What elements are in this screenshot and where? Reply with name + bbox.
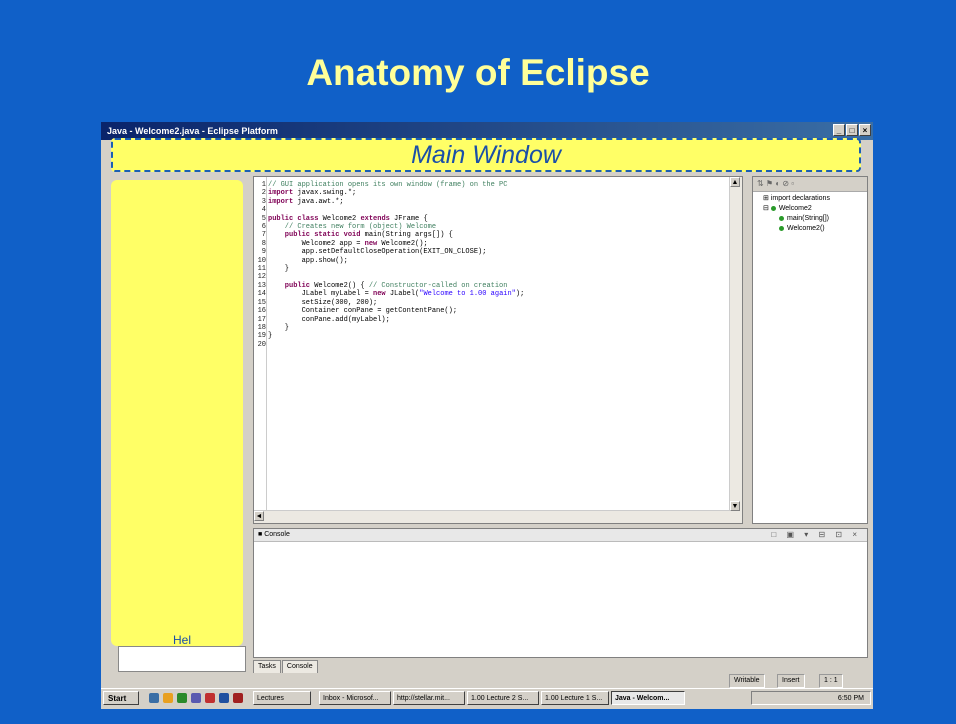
bottom-tabs: Tasks Console [253, 660, 553, 673]
start-button[interactable]: Start [103, 691, 139, 705]
console-toolbar[interactable]: □ ▣ ▾ ⊟ ⊡ × [771, 529, 861, 541]
tray-clock: 6:50 PM [837, 695, 864, 702]
code-line[interactable]: 20 [256, 341, 524, 349]
main-window-callout: Main Window [111, 138, 861, 172]
slide-title: Anatomy of Eclipse [306, 52, 650, 93]
line-number: 1 [261, 181, 266, 189]
code-line[interactable]: 11 } [256, 265, 524, 273]
quicklaunch-browser-icon[interactable] [163, 693, 173, 703]
code-line[interactable]: 16 Container conPane = getContentPane(); [256, 307, 524, 315]
taskbar-item-lecture1[interactable]: 1.00 Lecture 1 S... [541, 691, 609, 705]
line-number: 4 [261, 206, 266, 215]
quicklaunch-media-icon[interactable] [205, 693, 215, 703]
line-number: 10 [257, 256, 266, 265]
method-icon [779, 225, 784, 231]
line-number: 11 [257, 265, 266, 274]
code-editor[interactable]: 1// GUI application opens its own window… [253, 176, 743, 524]
taskbar-item-lectures[interactable]: Lectures [253, 691, 311, 705]
class-icon [770, 205, 776, 211]
quicklaunch-word-icon[interactable] [219, 693, 229, 703]
code-line[interactable]: 9 app.setDefaultCloseOperation(EXIT_ON_C… [256, 248, 524, 256]
code-line[interactable]: 12 [256, 273, 524, 281]
code-line[interactable]: 8 Welcome2 app = new Welcome2(); [256, 240, 524, 248]
taskbar-item-eclipse[interactable]: Java - Welcom... [611, 691, 685, 705]
callout-partial-text: Hel [173, 633, 192, 647]
taskbar: Start Lectures Inbox - Microsof... http:… [101, 688, 873, 709]
code-line[interactable]: 14 JLabel myLabel = new JLabel("Welcome … [256, 290, 525, 299]
taskbar-item-inbox[interactable]: Inbox - Microsof... [319, 691, 391, 705]
line-number: 6 [261, 223, 266, 232]
tab-console[interactable]: Console [281, 660, 318, 673]
window-title: Java - Welcome2.java - Eclipse Platform [107, 126, 278, 136]
line-number: 7 [261, 231, 266, 240]
quicklaunch-ppt-icon[interactable] [233, 693, 243, 703]
code-line[interactable]: 3 import java.awt.*; [256, 198, 524, 206]
line-number: 13 [257, 281, 266, 290]
line-number: 2 [261, 189, 266, 198]
code-line[interactable]: 19} [256, 332, 524, 340]
line-number: 18 [257, 323, 266, 332]
status-insert: Insert [777, 674, 805, 688]
line-number: 14 [257, 290, 266, 299]
taskbar-item-stellar[interactable]: http://stellar.mit... [393, 691, 465, 705]
console-icon: ■ [258, 531, 263, 538]
console-header: ■ Console □ ▣ ▾ ⊟ ⊡ × [254, 529, 867, 542]
code-line[interactable]: 6 // Creates new form (object) Welcome [256, 223, 524, 231]
line-number: 12 [257, 273, 266, 282]
outline-item-imports[interactable]: ⊞ import declarations [757, 194, 863, 204]
outline-item-constructor[interactable]: Welcome2() [757, 224, 863, 234]
outline-item-class[interactable]: ⊟ Welcome2 [757, 204, 863, 214]
quicklaunch-desktop-icon[interactable] [149, 693, 159, 703]
status-position: 1 : 1 [819, 674, 843, 688]
code-line[interactable]: 10 app.show(); [256, 257, 524, 265]
minimize-button[interactable]: _ [833, 124, 845, 136]
code-line[interactable]: 7 public static void main(String args[])… [256, 231, 524, 239]
outline-pane[interactable]: ⇅ ⚑ ◐ ⊘ ▫ ⊞ import declarations ⊟ Welcom… [752, 176, 868, 524]
console-pane[interactable]: ■ Console □ ▣ ▾ ⊟ ⊡ × [253, 528, 868, 658]
scroll-down-icon[interactable]: ▼ [730, 501, 740, 511]
line-number: 17 [257, 315, 266, 324]
code-text[interactable]: 1// GUI application opens its own window… [256, 181, 525, 349]
status-writable: Writable [729, 674, 765, 688]
taskbar-item-lecture2[interactable]: 1.00 Lecture 2 S... [467, 691, 539, 705]
line-number: 5 [261, 214, 266, 223]
code-line[interactable]: 2 import javax.swing.*; [256, 189, 524, 197]
code-line[interactable]: 1// GUI application opens its own window… [256, 181, 524, 189]
tab-tasks[interactable]: Tasks [253, 660, 281, 673]
package-explorer-pane[interactable] [118, 646, 246, 672]
line-number: 8 [261, 239, 266, 248]
line-number: 16 [257, 307, 266, 316]
line-number: 15 [257, 298, 266, 307]
line-number: 20 [257, 340, 266, 349]
line-number: 9 [261, 248, 266, 257]
scroll-up-icon[interactable]: ▲ [730, 177, 740, 187]
outline-toolbar[interactable]: ⇅ ⚑ ◐ ⊘ ▫ [753, 177, 867, 192]
code-line[interactable]: 18 } [256, 324, 524, 332]
package-explorer-callout [111, 180, 243, 646]
quicklaunch-mail-icon[interactable] [191, 693, 201, 703]
code-line[interactable]: 17 conPane.add(myLabel); [256, 316, 524, 324]
code-line[interactable]: 5 public class Welcome2 extends JFrame { [256, 215, 524, 223]
console-title: Console [264, 531, 290, 538]
code-line[interactable]: 13 public Welcome2() { // Constructor-ca… [256, 282, 524, 290]
editor-horizontal-scrollbar[interactable]: ◄ [254, 510, 730, 523]
quicklaunch-app-icon[interactable] [177, 693, 187, 703]
outline-item-main[interactable]: main(String[]) [757, 214, 863, 224]
line-number: 19 [257, 332, 266, 341]
system-tray: 6:50 PM [751, 691, 871, 705]
code-line[interactable]: 15 setSize(300, 200); [256, 299, 524, 307]
line-number: 3 [261, 197, 266, 206]
code-line[interactable]: 4 [256, 206, 524, 214]
editor-vertical-scrollbar[interactable]: ▲ ▼ [729, 177, 742, 523]
maximize-button[interactable]: □ [846, 124, 858, 136]
close-button[interactable]: × [859, 124, 871, 136]
status-bar: Writable Insert 1 : 1 [101, 674, 873, 688]
method-icon [779, 215, 784, 221]
scroll-left-icon[interactable]: ◄ [254, 511, 264, 521]
